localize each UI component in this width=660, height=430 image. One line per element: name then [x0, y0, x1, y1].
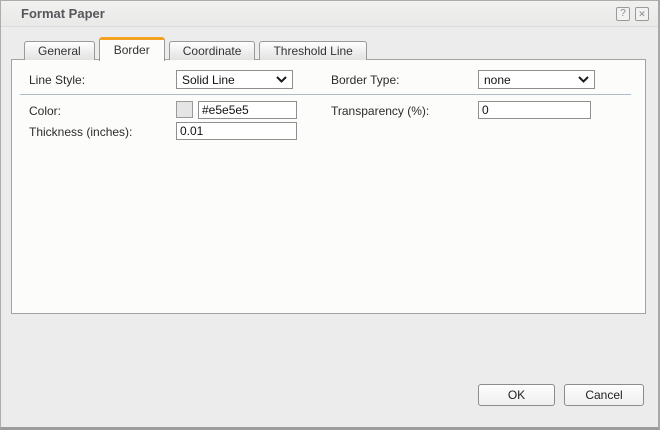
- close-icon[interactable]: ✕: [635, 7, 649, 21]
- section-divider: [20, 94, 631, 95]
- color-label: Color:: [29, 104, 61, 118]
- line-style-label: Line Style:: [29, 73, 85, 87]
- tab-threshold-line[interactable]: Threshold Line: [259, 41, 366, 60]
- cancel-button[interactable]: Cancel: [564, 384, 644, 406]
- line-style-value: Solid Line: [182, 73, 235, 87]
- border-type-label: Border Type:: [331, 73, 399, 87]
- tab-strip: General Border Coordinate Threshold Line: [24, 36, 367, 60]
- line-style-select[interactable]: Solid Line: [176, 70, 293, 89]
- tab-border[interactable]: Border: [99, 37, 165, 61]
- tab-coordinate[interactable]: Coordinate: [169, 41, 256, 60]
- dialog-titlebar: Format Paper ? ✕: [1, 1, 658, 27]
- tab-general[interactable]: General: [24, 41, 95, 60]
- chevron-down-icon: [578, 76, 589, 83]
- chevron-down-icon: [276, 76, 287, 83]
- transparency-label: Transparency (%):: [331, 104, 429, 118]
- border-tab-panel: Line Style: Solid Line Border Type: none…: [11, 59, 646, 314]
- dialog-title: Format Paper: [21, 1, 105, 27]
- transparency-input[interactable]: [478, 101, 591, 119]
- ok-button[interactable]: OK: [478, 384, 555, 406]
- border-type-select[interactable]: none: [478, 70, 595, 89]
- format-paper-dialog: Format Paper ? ✕ General Border Coordina…: [0, 0, 660, 430]
- thickness-input[interactable]: [176, 122, 297, 140]
- border-type-value: none: [484, 73, 511, 87]
- color-input[interactable]: [198, 101, 297, 119]
- help-icon[interactable]: ?: [616, 7, 630, 21]
- thickness-label: Thickness (inches):: [29, 125, 132, 139]
- color-swatch[interactable]: [176, 101, 193, 118]
